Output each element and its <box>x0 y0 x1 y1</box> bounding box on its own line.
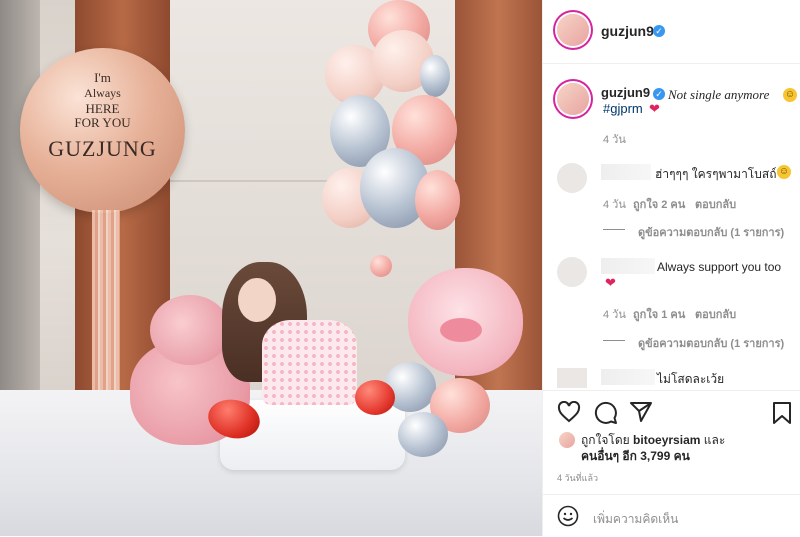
comment-text: ไม่โสดละเว้ย <box>657 372 725 386</box>
likes-count[interactable]: คนอื่นๆ อีก 3,799 คน <box>581 449 690 463</box>
balloon-text-line: GUZJUNG <box>48 136 157 161</box>
balloon <box>370 255 392 277</box>
person-dress <box>262 320 357 405</box>
balloon <box>420 55 450 97</box>
comment-time: 4 วัน <box>603 199 626 211</box>
verified-badge-icon: ✓ <box>653 88 665 100</box>
emoji-smile-icon[interactable] <box>557 505 579 527</box>
liker-avatar[interactable] <box>559 432 575 448</box>
likes-suffix: และ <box>703 433 726 447</box>
laughing-emoji-icon: ☺ <box>777 165 791 179</box>
reply-button[interactable]: ตอบกลับ <box>695 195 736 213</box>
redacted-username <box>601 369 655 385</box>
redacted-username <box>601 164 651 180</box>
liker-username[interactable]: bitoeyrsiam <box>633 433 700 447</box>
pig-snout <box>440 318 482 342</box>
caption-avatar[interactable] <box>557 83 589 115</box>
balloon <box>355 380 395 415</box>
balloon-text-line: FOR YOU <box>74 115 131 130</box>
post-sidebar: guzjun9 ✓ guzjun9 ✓ Not single anymore ☺… <box>542 0 800 536</box>
view-replies-button[interactable]: ดูข้อความตอบกลับ (1 รายการ) <box>638 334 784 352</box>
balloon-text-line: Always <box>84 86 121 100</box>
heart-outline-icon[interactable] <box>557 401 581 423</box>
guzjung-balloon: I'm Always HERE FOR YOU GUZJUNG <box>20 48 185 213</box>
comment-time: 4 วัน <box>603 309 626 321</box>
comment-icon[interactable] <box>594 401 618 425</box>
balloon-text-line: I'm <box>94 70 111 85</box>
comment-text: Always support you too <box>657 260 782 274</box>
redacted-username <box>601 258 655 274</box>
balloon <box>398 412 448 457</box>
view-replies-button[interactable]: ดูข้อความตอบกลับ (1 รายการ) <box>638 223 784 241</box>
comment-likes[interactable]: ถูกใจ 1 คน <box>633 305 685 323</box>
post-header: guzjun9 ✓ <box>543 0 800 64</box>
red-heart-emoji-icon: ❤ <box>649 101 660 116</box>
reply-divider <box>603 340 625 341</box>
person-face <box>238 278 276 322</box>
caption-time: 4 วัน <box>603 134 626 146</box>
header-username[interactable]: guzjun9 <box>601 23 654 39</box>
post-photo[interactable]: I'm Always HERE FOR YOU GUZJUNG <box>0 0 542 536</box>
likes-others[interactable]: คนอื่นๆ อีก 3,799 คน <box>581 447 690 466</box>
reply-divider <box>603 229 625 230</box>
balloon <box>415 170 460 230</box>
avatar[interactable] <box>557 14 589 46</box>
comment-avatar[interactable] <box>557 257 587 287</box>
caption-username[interactable]: guzjun9 <box>601 85 650 100</box>
comment-likes[interactable]: ถูกใจ 2 คน <box>633 195 685 213</box>
bookmark-icon[interactable] <box>772 401 792 425</box>
caption-text: Not single anymore <box>668 87 770 102</box>
red-heart-emoji-icon: ❤ <box>605 275 616 290</box>
add-comment-bar: เพิ่มความคิดเห็น <box>543 494 800 537</box>
post-time: 4 วันที่แล้ว <box>557 473 599 483</box>
bear-head <box>150 295 230 365</box>
verified-badge-icon: ✓ <box>653 25 665 37</box>
reply-button[interactable]: ตอบกลับ <box>695 305 736 323</box>
likes-prefix: ถูกใจโดย <box>581 433 630 447</box>
comment-avatar[interactable] <box>557 368 587 388</box>
comment-input[interactable]: เพิ่มความคิดเห็น <box>593 510 678 529</box>
paper-plane-icon[interactable] <box>629 401 653 423</box>
caption-hashtag[interactable]: #gjprm <box>603 101 643 116</box>
comment-text: ฮ่าๆๆๆ ใครๆพามาโบสถ์ <box>655 167 777 181</box>
grimace-emoji-icon: ☺ <box>783 88 797 102</box>
comment-avatar[interactable] <box>557 163 587 193</box>
